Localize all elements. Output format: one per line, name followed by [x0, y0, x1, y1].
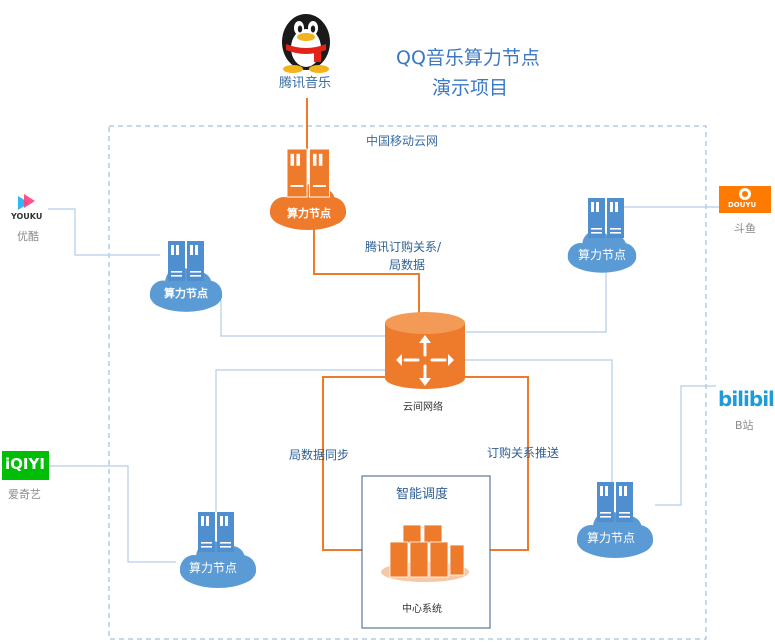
sync-label: 局数据同步: [289, 448, 350, 462]
youku-logo: [18, 194, 35, 210]
node-bottom-right-label: 算力节点: [587, 531, 636, 545]
node-left-label: 算力节点: [164, 287, 208, 300]
compute-node-left: [149, 241, 223, 312]
cloud-network-router-icon: [385, 312, 465, 389]
youku-label: 优酷: [17, 230, 39, 243]
diagram-title-line2: 演示项目: [432, 77, 509, 99]
qq-music-label: 腾讯音乐: [279, 76, 332, 91]
compute-node-bottom-right: [577, 482, 653, 558]
node-right-top-label: 算力节点: [578, 248, 627, 262]
qq-penguin-logo: [282, 14, 330, 73]
center-system-label: 中心系统: [402, 604, 442, 615]
scheduler-title: 智能调度: [396, 487, 449, 502]
node-top-label: 算力节点: [287, 207, 331, 220]
douyu-logo-text: DOUYU: [728, 201, 757, 209]
cloud-network-label: 云间网络: [403, 402, 443, 413]
iqiyi-label: 爱奇艺: [8, 488, 41, 501]
region-label: 中国移动云网: [366, 134, 439, 148]
edge-top-label-line1: 腾讯订购关系/: [365, 240, 442, 254]
youku-logo-text: YOUKU: [11, 212, 43, 221]
douyu-label: 斗鱼: [734, 222, 756, 235]
compute-node-bottom-left: [180, 512, 256, 588]
diagram-title-line1: QQ音乐算力节点: [396, 47, 540, 69]
push-label: 订购关系推送: [487, 446, 560, 460]
node-bottom-left-label: 算力节点: [189, 561, 238, 575]
bilibili-label: B站: [735, 419, 754, 432]
iqiyi-logo-text: iQIYI: [5, 455, 45, 473]
bilibili-logo-text: bilibili: [718, 387, 775, 411]
architecture-diagram: [2, 14, 771, 640]
edge-top-label-line2: 局数据: [389, 258, 426, 272]
